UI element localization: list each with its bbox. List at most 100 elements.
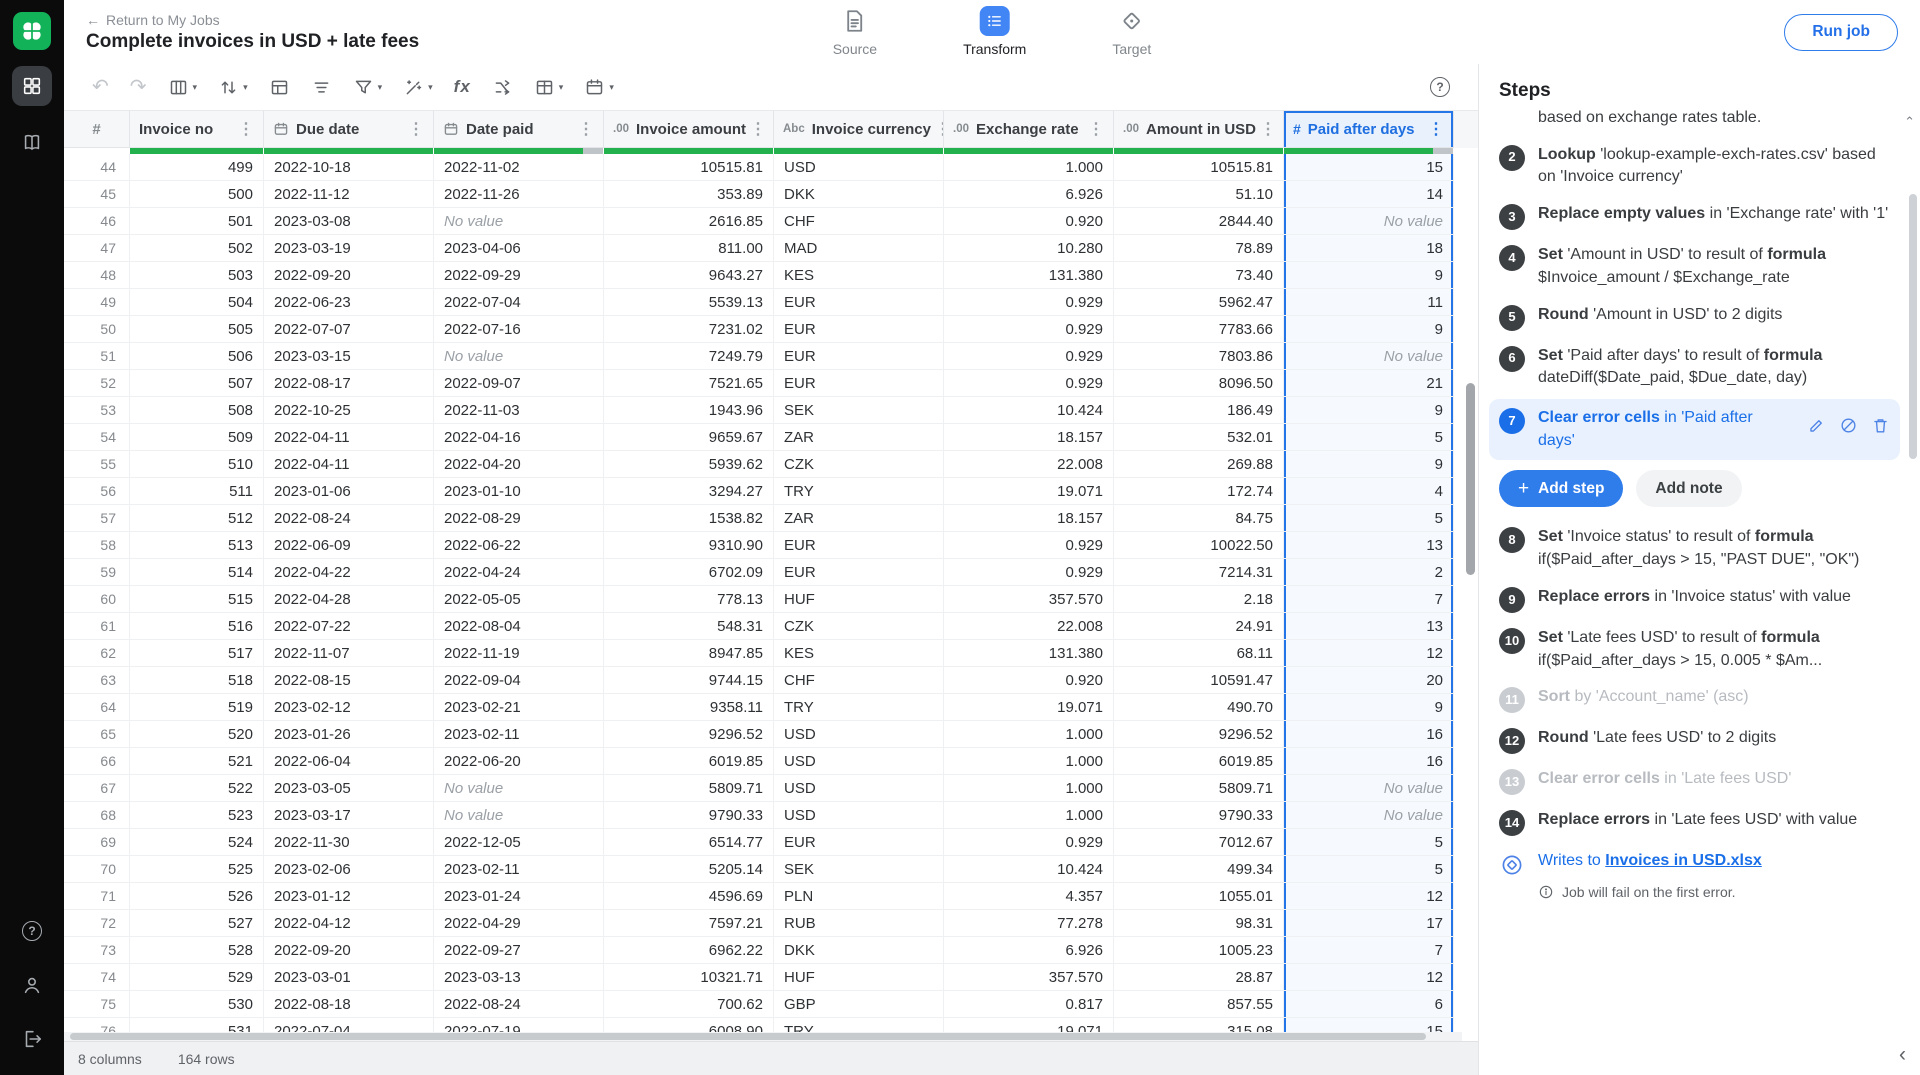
cell-amount-in-usd[interactable]: 1055.01	[1114, 883, 1284, 910]
table-tools-icon[interactable]: ▾	[534, 77, 564, 98]
cell-invoice-currency[interactable]: TRY	[774, 478, 944, 505]
cell-exchange-rate[interactable]: 1.000	[944, 721, 1114, 748]
cell-invoice-currency[interactable]: EUR	[774, 343, 944, 370]
cell-due-date[interactable]: 2023-03-17	[264, 802, 434, 829]
cell-invoice-amount[interactable]: 1943.96	[604, 397, 774, 424]
cell-paid-after-days[interactable]: 12	[1284, 883, 1454, 910]
cell-invoice-currency[interactable]: RUB	[774, 910, 944, 937]
columns-icon[interactable]: ▾	[168, 77, 198, 98]
cell-invoice-currency[interactable]: KES	[774, 262, 944, 289]
cell-due-date[interactable]: 2022-04-12	[264, 910, 434, 937]
cell-exchange-rate[interactable]: 1.000	[944, 775, 1114, 802]
cell-invoice-currency[interactable]: SEK	[774, 397, 944, 424]
cell-invoice-currency[interactable]: KES	[774, 640, 944, 667]
cell-invoice-currency[interactable]: DKK	[774, 937, 944, 964]
column-header-invoice-currency[interactable]: AbcInvoice currency⋮	[774, 111, 944, 148]
column-menu-icon[interactable]: ⋮	[746, 119, 766, 139]
cell-exchange-rate[interactable]: 1.000	[944, 748, 1114, 775]
cell-invoice-no[interactable]: 517	[130, 640, 264, 667]
step-item-clipped[interactable]: based on exchange rates table.	[1499, 107, 1890, 137]
cell-amount-in-usd[interactable]: 2844.40	[1114, 208, 1284, 235]
step-item-13[interactable]: 13Clear error cells in 'Late fees USD'	[1499, 761, 1890, 802]
cell-exchange-rate[interactable]: 77.278	[944, 910, 1114, 937]
cell-invoice-amount[interactable]: 7521.65	[604, 370, 774, 397]
cell-due-date[interactable]: 2023-03-19	[264, 235, 434, 262]
cell-invoice-amount[interactable]: 5205.14	[604, 856, 774, 883]
cell-paid-after-days[interactable]: 14	[1284, 181, 1454, 208]
cell-invoice-currency[interactable]: HUF	[774, 586, 944, 613]
step-item-8[interactable]: 8Set 'Invoice status' to result of formu…	[1499, 519, 1890, 578]
cell-invoice-currency[interactable]: USD	[774, 721, 944, 748]
cell-exchange-rate[interactable]: 18.157	[944, 424, 1114, 451]
split-columns-icon[interactable]	[492, 77, 513, 98]
cell-invoice-no[interactable]: 526	[130, 883, 264, 910]
cell-invoice-currency[interactable]: PLN	[774, 883, 944, 910]
panel-scrollbar-thumb[interactable]	[1909, 194, 1917, 459]
cell-due-date[interactable]: 2022-11-07	[264, 640, 434, 667]
add-note-button[interactable]: Add note	[1636, 470, 1741, 507]
cell-invoice-no[interactable]: 508	[130, 397, 264, 424]
cell-due-date[interactable]: 2022-06-09	[264, 532, 434, 559]
cell-invoice-currency[interactable]: DKK	[774, 181, 944, 208]
cell-paid-after-days[interactable]: No value	[1284, 343, 1454, 370]
step-item-2[interactable]: 2Lookup 'lookup-example-exch-rates.csv' …	[1499, 137, 1890, 196]
cell-invoice-no[interactable]: 510	[130, 451, 264, 478]
filter-rows-icon[interactable]	[311, 77, 332, 98]
cell-date-paid[interactable]: 2022-06-20	[434, 748, 604, 775]
cell-date-paid[interactable]: 2022-12-05	[434, 829, 604, 856]
column-menu-icon[interactable]: ⋮	[1084, 119, 1104, 139]
vertical-scrollbar[interactable]	[1466, 383, 1475, 575]
cell-exchange-rate[interactable]: 0.929	[944, 316, 1114, 343]
cell-exchange-rate[interactable]: 22.008	[944, 613, 1114, 640]
cell-invoice-amount[interactable]: 2616.85	[604, 208, 774, 235]
cell-invoice-no[interactable]: 529	[130, 964, 264, 991]
cell-invoice-amount[interactable]: 5939.62	[604, 451, 774, 478]
cell-invoice-amount[interactable]: 6702.09	[604, 559, 774, 586]
cell-invoice-amount[interactable]: 9744.15	[604, 667, 774, 694]
cell-due-date[interactable]: 2022-08-18	[264, 991, 434, 1018]
column-header-date-paid[interactable]: Date paid⋮	[434, 111, 604, 148]
cell-amount-in-usd[interactable]: 73.40	[1114, 262, 1284, 289]
cell-date-paid[interactable]: 2022-09-07	[434, 370, 604, 397]
cell-due-date[interactable]: 2023-02-12	[264, 694, 434, 721]
cell-paid-after-days[interactable]: No value	[1284, 775, 1454, 802]
cell-paid-after-days[interactable]: 13	[1284, 613, 1454, 640]
run-job-button[interactable]: Run job	[1784, 14, 1898, 51]
cell-amount-in-usd[interactable]: 7783.66	[1114, 316, 1284, 343]
cell-due-date[interactable]: 2022-07-22	[264, 613, 434, 640]
cell-exchange-rate[interactable]: 6.926	[944, 181, 1114, 208]
cell-exchange-rate[interactable]: 4.357	[944, 883, 1114, 910]
cell-amount-in-usd[interactable]: 10591.47	[1114, 667, 1284, 694]
cell-invoice-amount[interactable]: 9643.27	[604, 262, 774, 289]
cell-amount-in-usd[interactable]: 68.11	[1114, 640, 1284, 667]
cell-paid-after-days[interactable]: 20	[1284, 667, 1454, 694]
cell-paid-after-days[interactable]: 9	[1284, 397, 1454, 424]
cell-paid-after-days[interactable]: 12	[1284, 964, 1454, 991]
cell-due-date[interactable]: 2022-08-24	[264, 505, 434, 532]
cell-invoice-no[interactable]: 516	[130, 613, 264, 640]
cell-invoice-currency[interactable]: HUF	[774, 964, 944, 991]
cell-date-paid[interactable]: 2023-01-10	[434, 478, 604, 505]
cell-invoice-no[interactable]: 521	[130, 748, 264, 775]
column-header-invoice-amount[interactable]: .00Invoice amount⋮	[604, 111, 774, 148]
cell-due-date[interactable]: 2023-03-01	[264, 964, 434, 991]
cell-invoice-currency[interactable]: EUR	[774, 829, 944, 856]
horizontal-scrollbar-thumb[interactable]	[70, 1033, 1426, 1040]
cell-invoice-no[interactable]: 499	[130, 154, 264, 181]
cell-paid-after-days[interactable]: 9	[1284, 451, 1454, 478]
cell-invoice-no[interactable]: 514	[130, 559, 264, 586]
cell-invoice-amount[interactable]: 4596.69	[604, 883, 774, 910]
column-header-invoice-no[interactable]: Invoice no⋮	[130, 111, 264, 148]
cell-invoice-no[interactable]: 520	[130, 721, 264, 748]
cell-date-paid[interactable]: 2022-09-04	[434, 667, 604, 694]
cell-exchange-rate[interactable]: 1.000	[944, 154, 1114, 181]
cell-amount-in-usd[interactable]: 7803.86	[1114, 343, 1284, 370]
cell-amount-in-usd[interactable]: 9790.33	[1114, 802, 1284, 829]
cell-invoice-no[interactable]: 524	[130, 829, 264, 856]
cell-date-paid[interactable]: No value	[434, 802, 604, 829]
sort-icon[interactable]: ▾	[218, 77, 248, 98]
cell-amount-in-usd[interactable]: 857.55	[1114, 991, 1284, 1018]
cell-invoice-currency[interactable]: CZK	[774, 613, 944, 640]
cell-paid-after-days[interactable]: 5	[1284, 424, 1454, 451]
cell-invoice-currency[interactable]: EUR	[774, 289, 944, 316]
